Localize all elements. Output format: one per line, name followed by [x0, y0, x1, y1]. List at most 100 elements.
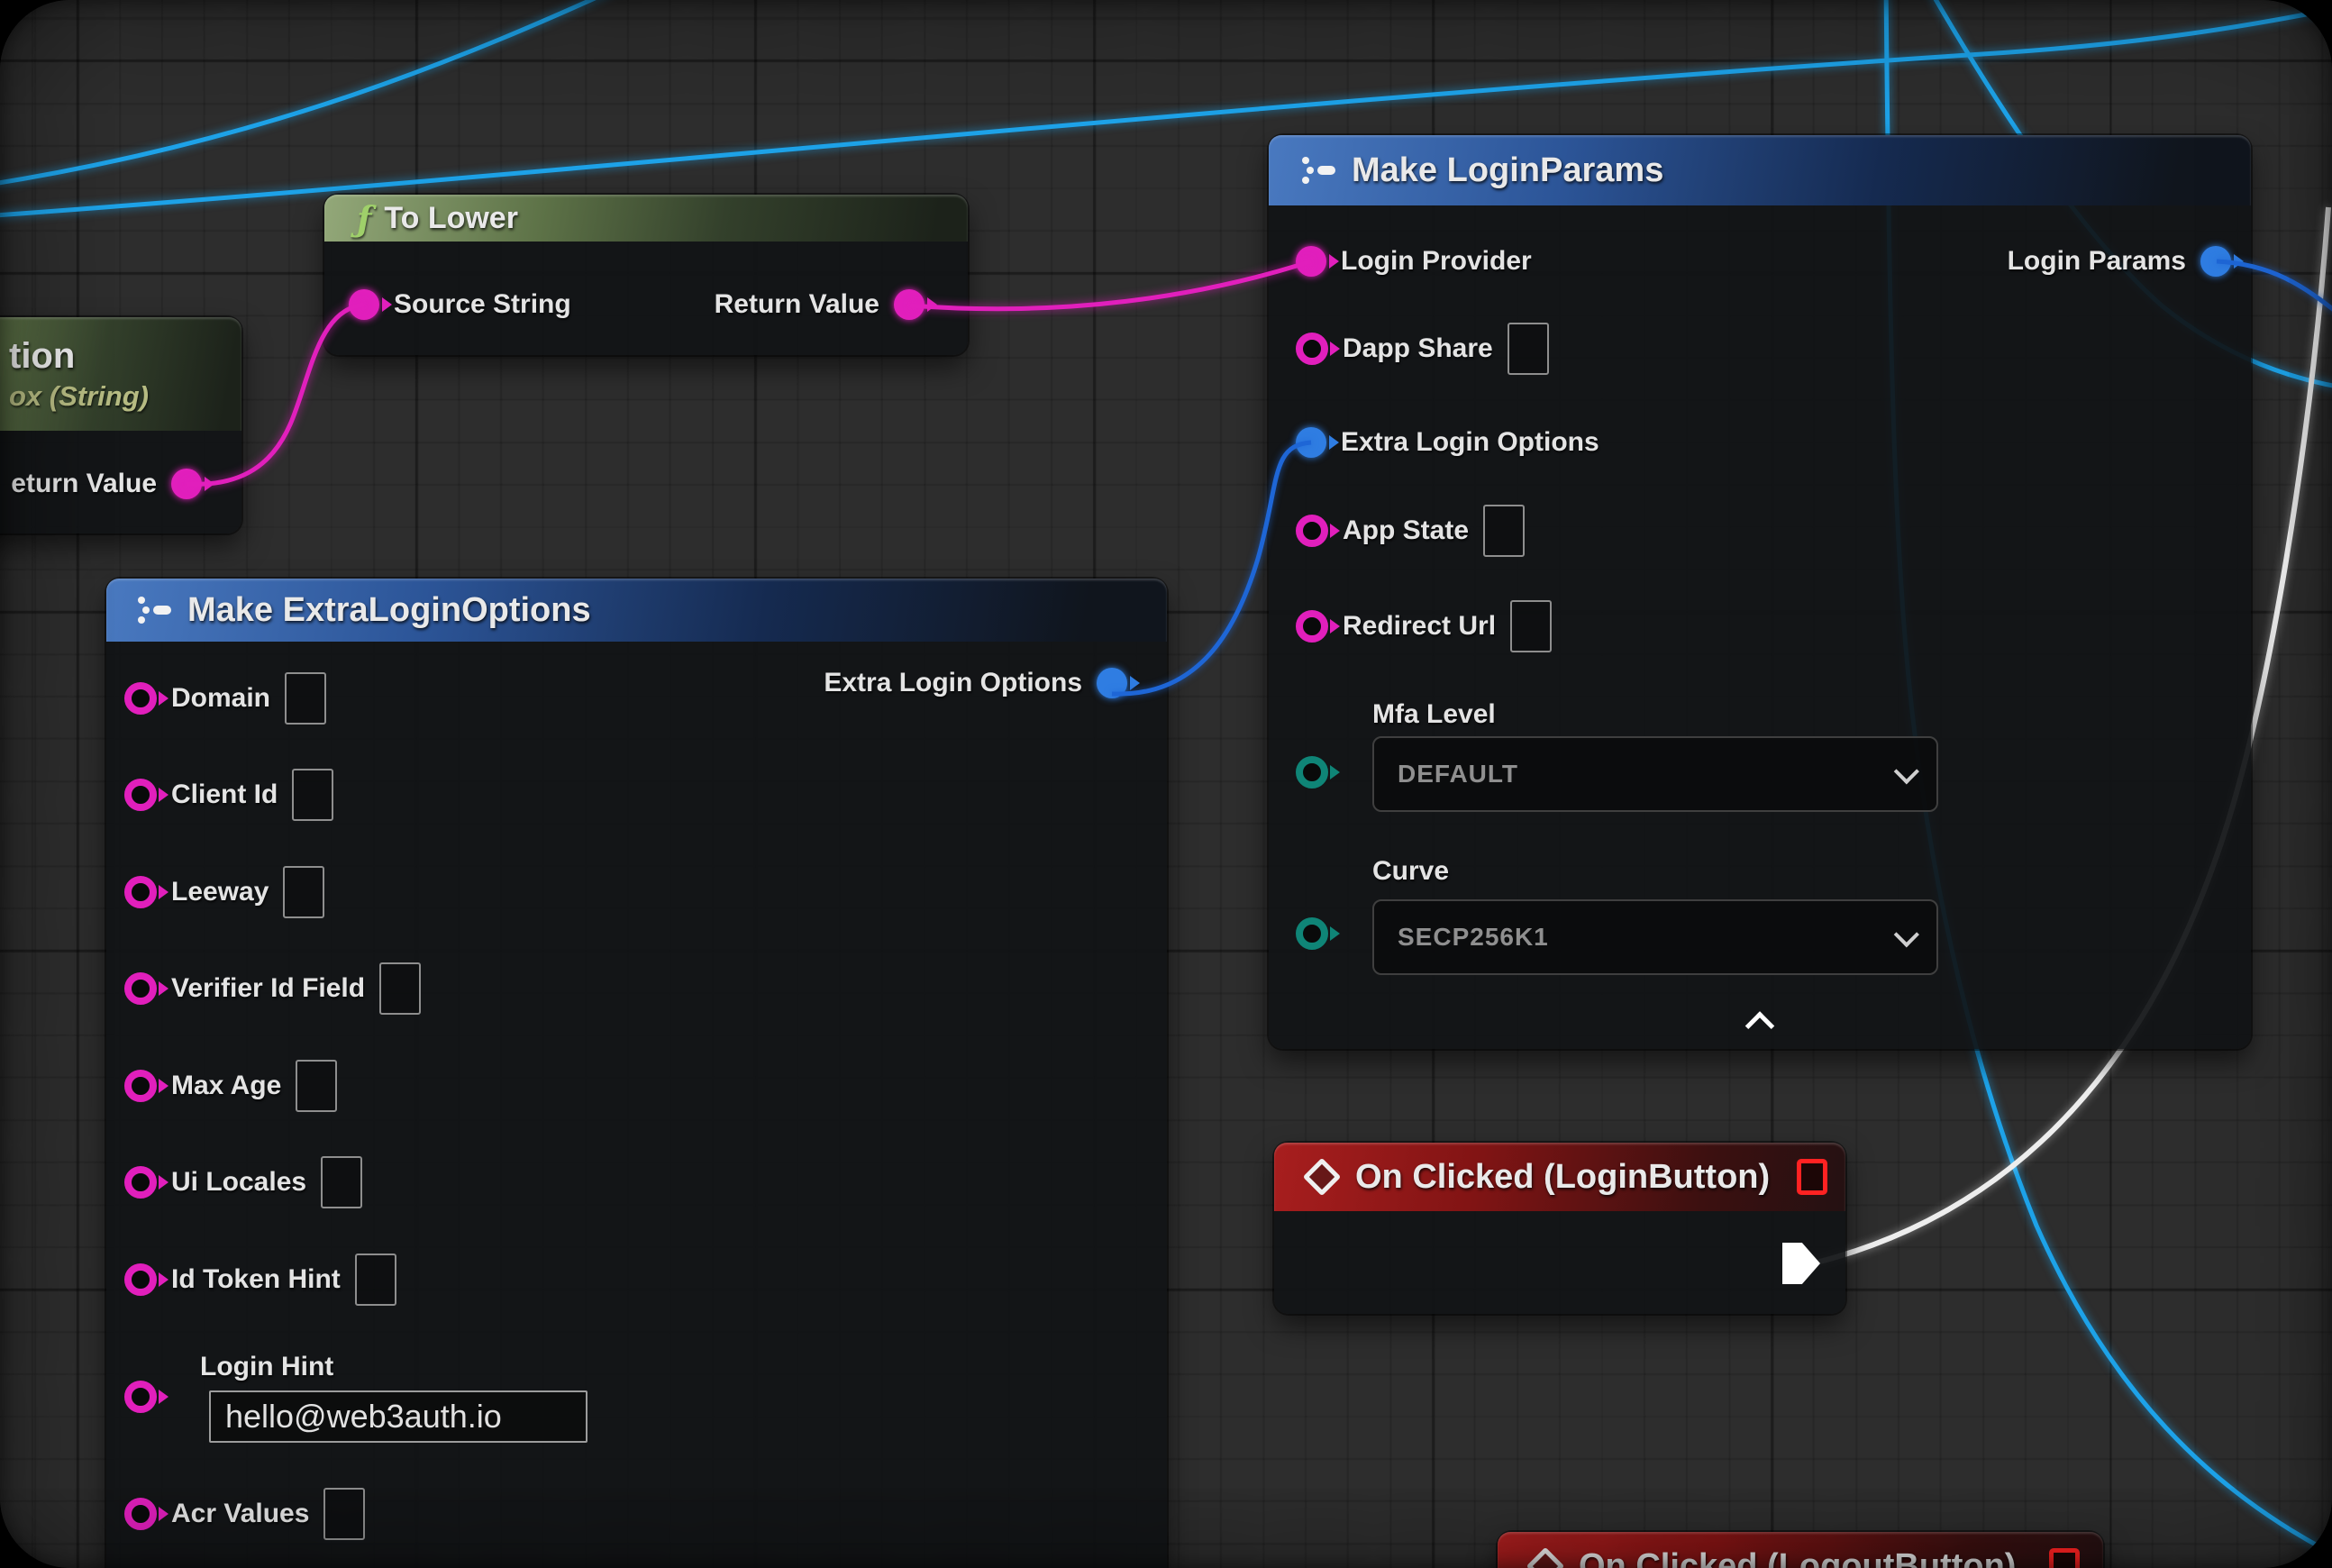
app-state-value-box[interactable]	[1483, 505, 1525, 557]
app-state-row: App State	[1296, 505, 1525, 557]
redirect-url-value-box[interactable]	[1510, 600, 1552, 652]
mfa-level-value: DEFAULT	[1398, 760, 1518, 789]
id-token-hint-label: Id Token Hint	[171, 1264, 341, 1295]
mfa-level-pin[interactable]	[1296, 756, 1328, 789]
extra-login-options-output-row: Extra Login Options	[824, 668, 1127, 698]
login-params-output-pin[interactable]	[2200, 246, 2231, 277]
leeway-pin[interactable]	[124, 876, 157, 908]
redirect-url-pin[interactable]	[1296, 610, 1328, 643]
app-state-pin[interactable]	[1296, 515, 1328, 547]
ui-locales-row: Ui Locales	[124, 1156, 362, 1208]
login-hint-value: hello@web3auth.io	[225, 1398, 502, 1436]
ui-locales-pin[interactable]	[124, 1166, 157, 1199]
event-diamond-icon	[1526, 1547, 1564, 1568]
max-age-row: Max Age	[124, 1060, 337, 1112]
domain-value-box[interactable]	[285, 672, 326, 725]
mfa-level-pin-row	[1296, 746, 1328, 798]
login-params-output-label: Login Params	[2008, 246, 2186, 277]
node-to-lower[interactable]: ƒ To Lower Source String Return Value	[324, 195, 968, 355]
max-age-pin[interactable]	[124, 1070, 157, 1102]
wire-tolower-to-login-provider	[910, 261, 1311, 309]
redirect-url-label: Redirect Url	[1343, 611, 1496, 642]
leeway-label: Leeway	[171, 877, 269, 907]
domain-label: Domain	[171, 683, 270, 714]
domain-pin[interactable]	[124, 682, 157, 715]
client-id-row: Client Id	[124, 769, 333, 821]
make-extra-title: Make ExtraLoginOptions	[187, 591, 591, 630]
make-extra-header[interactable]: Make ExtraLoginOptions	[106, 579, 1167, 642]
chevron-down-icon	[1894, 922, 1919, 947]
redirect-url-row: Redirect Url	[1296, 600, 1552, 652]
return-value-pin[interactable]	[171, 469, 202, 499]
event-stop-icon[interactable]	[2049, 1548, 2080, 1568]
login-hint-pin[interactable]	[124, 1381, 157, 1413]
verifier-id-field-value-box[interactable]	[379, 962, 421, 1015]
make-login-title: Make LoginParams	[1352, 151, 1663, 190]
exec-output-pin[interactable]	[1782, 1243, 1820, 1284]
node-partial-subtitle: ox (String)	[9, 380, 149, 413]
verifier-id-field-pin[interactable]	[124, 972, 157, 1005]
extra-login-options-input-row: Extra Login Options	[1296, 416, 1599, 469]
to-lower-header[interactable]: ƒ To Lower	[324, 195, 968, 242]
dapp-share-label: Dapp Share	[1343, 333, 1493, 364]
dapp-share-value-box[interactable]	[1508, 323, 1549, 375]
curve-pin[interactable]	[1296, 917, 1328, 950]
wire-cyan-exit-top	[0, 0, 631, 186]
dapp-share-pin[interactable]	[1296, 333, 1328, 365]
node-make-extra-login-options[interactable]: Make ExtraLoginOptions Domain Client Id …	[106, 579, 1167, 1568]
function-icon: ƒ	[357, 198, 371, 239]
extra-login-options-output-label: Extra Login Options	[824, 668, 1082, 698]
to-lower-return-pin[interactable]	[894, 289, 925, 320]
login-provider-label: Login Provider	[1341, 246, 1532, 277]
acr-values-row: Acr Values	[124, 1488, 365, 1540]
node-partial-output-row: eturn Value	[11, 458, 202, 510]
leeway-value-box[interactable]	[283, 866, 324, 918]
id-token-hint-value-box[interactable]	[355, 1253, 396, 1306]
login-hint-label: Login Hint	[200, 1352, 333, 1381]
node-partial-header[interactable]: tion ox (String)	[0, 317, 241, 431]
acr-values-label: Acr Values	[171, 1499, 309, 1529]
login-provider-pin[interactable]	[1296, 246, 1326, 277]
id-token-hint-row: Id Token Hint	[124, 1253, 396, 1306]
client-id-value-box[interactable]	[292, 769, 333, 821]
source-string-row: Source String	[349, 278, 571, 331]
id-token-hint-pin[interactable]	[124, 1263, 157, 1296]
make-login-header[interactable]: Make LoginParams	[1269, 135, 2251, 205]
extra-login-options-input-pin[interactable]	[1296, 427, 1326, 458]
curve-dropdown[interactable]: SECP256K1	[1372, 899, 1938, 975]
verifier-id-field-label: Verifier Id Field	[171, 973, 365, 1004]
acr-values-pin[interactable]	[124, 1498, 157, 1530]
app-state-label: App State	[1343, 515, 1469, 546]
on-clicked-login-header[interactable]: On Clicked (LoginButton)	[1274, 1143, 1845, 1211]
verifier-id-field-row: Verifier Id Field	[124, 962, 421, 1015]
on-clicked-logout-header[interactable]: On Clicked (LogoutButton)	[1498, 1532, 2103, 1568]
node-on-clicked-login-button[interactable]: On Clicked (LoginButton)	[1274, 1143, 1845, 1314]
source-string-pin[interactable]	[349, 289, 379, 320]
node-on-clicked-logout-button[interactable]: On Clicked (LogoutButton)	[1498, 1532, 2103, 1568]
max-age-value-box[interactable]	[296, 1060, 337, 1112]
return-value-label: eturn Value	[11, 469, 157, 499]
login-hint-input[interactable]: hello@web3auth.io	[209, 1390, 588, 1443]
curve-pin-row	[1296, 907, 1328, 960]
client-id-label: Client Id	[171, 779, 278, 810]
mfa-level-dropdown[interactable]: DEFAULT	[1372, 736, 1938, 812]
make-struct-icon	[135, 595, 173, 625]
mfa-level-label-wrap: Mfa Level	[1372, 699, 1496, 730]
node-partial-get-text[interactable]: tion ox (String) eturn Value	[0, 317, 241, 533]
blueprint-graph-canvas[interactable]: tion ox (String) eturn Value ƒ To Lower …	[0, 0, 2332, 1568]
curve-label-wrap: Curve	[1372, 856, 1449, 887]
node-make-login-params[interactable]: Make LoginParams Login Provider Dapp Sha…	[1269, 135, 2251, 1049]
acr-values-value-box[interactable]	[323, 1488, 365, 1540]
source-string-label: Source String	[394, 289, 571, 320]
login-provider-row: Login Provider	[1296, 235, 1532, 287]
to-lower-title: To Lower	[384, 201, 518, 236]
extra-login-options-output-pin[interactable]	[1097, 668, 1127, 698]
client-id-pin[interactable]	[124, 779, 157, 811]
ui-locales-value-box[interactable]	[321, 1156, 362, 1208]
collapse-node-chevron-icon[interactable]	[1745, 1011, 1775, 1041]
event-diamond-icon	[1303, 1158, 1341, 1196]
max-age-label: Max Age	[171, 1071, 281, 1101]
curve-value: SECP256K1	[1398, 923, 1549, 952]
event-stop-icon[interactable]	[1797, 1159, 1827, 1195]
chevron-down-icon	[1894, 759, 1919, 784]
